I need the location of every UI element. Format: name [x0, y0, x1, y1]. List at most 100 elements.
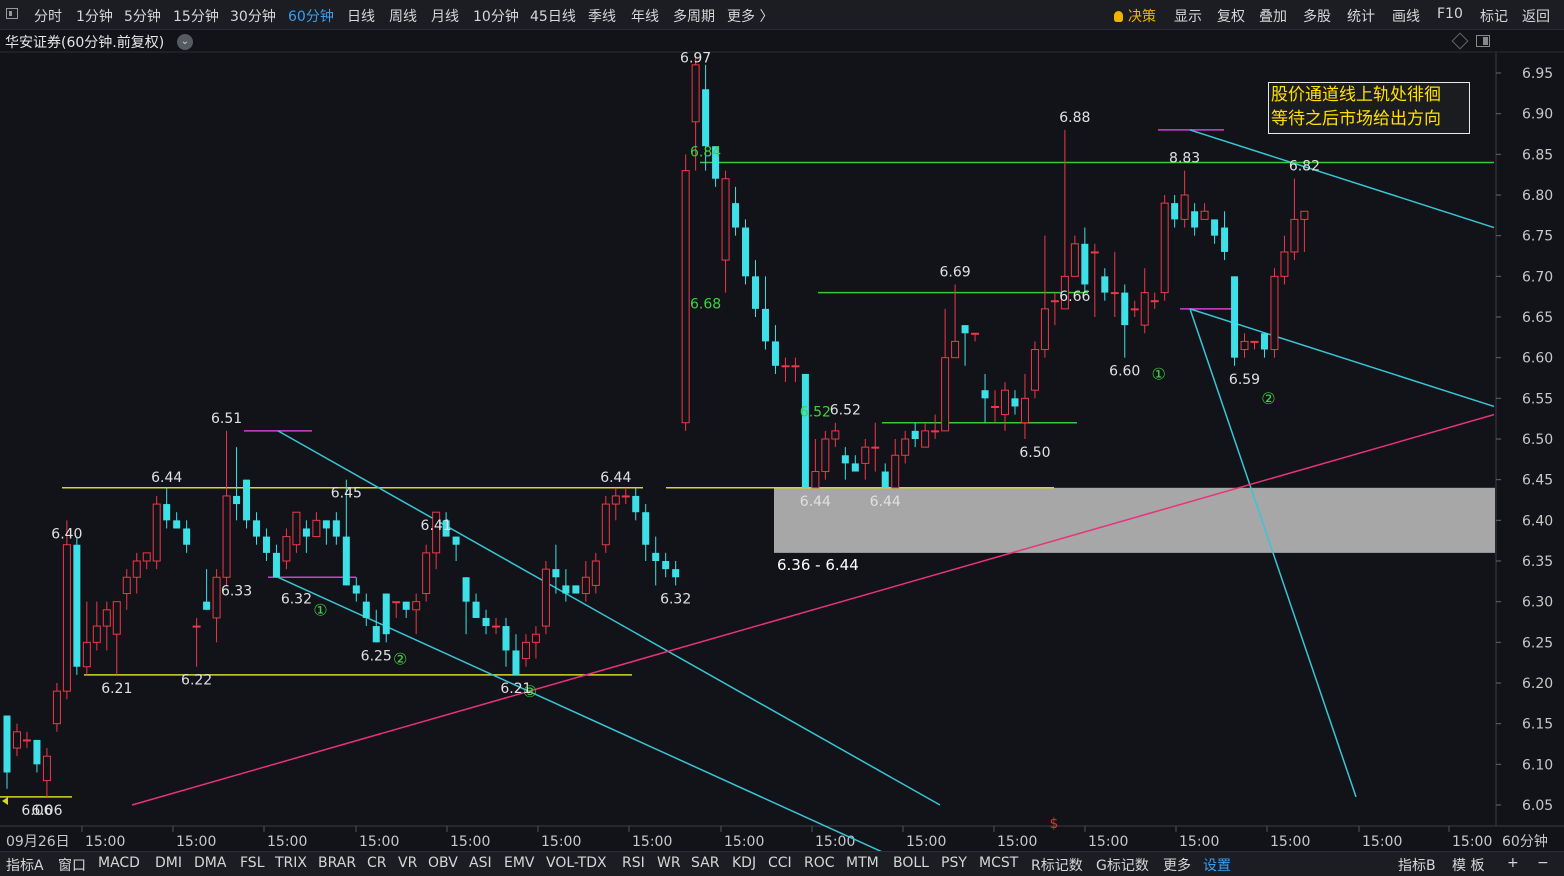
- indicator-tab-25[interactable]: G标记数: [1096, 855, 1149, 875]
- candle-body-down: [961, 325, 969, 334]
- candle-body-up: [991, 405, 1000, 408]
- indicator-tab-13[interactable]: VOL-TDX: [546, 855, 607, 871]
- indicator-tab-18[interactable]: CCI: [768, 855, 792, 871]
- candle-body-down: [1171, 203, 1179, 220]
- indicator-tab-2[interactable]: MACD: [98, 855, 140, 871]
- candle-body-up: [581, 576, 590, 595]
- candle-body-up: [721, 178, 730, 261]
- x-tick-label: 15:00: [1270, 834, 1310, 850]
- y-tick-label: 6.65: [1522, 310, 1553, 326]
- candle-body-up: [92, 625, 101, 643]
- indicator-tab-22[interactable]: PSY: [941, 855, 967, 871]
- candle-body-down: [642, 512, 650, 545]
- price-label: 6.68: [690, 297, 721, 313]
- indicator-tab-0[interactable]: 指标A: [6, 855, 44, 875]
- x-tick-label: 15:00: [359, 834, 399, 850]
- indicator-tab-19[interactable]: ROC: [804, 855, 835, 871]
- candle-body-down: [512, 650, 520, 675]
- indicator-right-tab-0[interactable]: 指标B: [1398, 855, 1436, 875]
- price-label: 8.83: [1169, 151, 1200, 167]
- indicator-right-tab-2[interactable]: +: [1507, 855, 1519, 871]
- indicator-tab-3[interactable]: DMI: [155, 855, 182, 871]
- candle-body-up: [292, 511, 301, 546]
- candle-body-down: [183, 528, 191, 545]
- candle-body-up: [1270, 275, 1279, 351]
- price-label: 6.52: [800, 405, 831, 421]
- candle-body-up: [122, 576, 131, 595]
- y-tick-label: 6.35: [1522, 554, 1553, 570]
- candle-body-up: [611, 495, 620, 505]
- indicator-tab-6[interactable]: TRIX: [275, 855, 307, 871]
- candle-body-down: [1121, 292, 1129, 326]
- indicator-tab-21[interactable]: BOLL: [893, 855, 929, 871]
- indicator-right-tab-3[interactable]: −: [1537, 855, 1549, 871]
- candle-body-up: [212, 576, 221, 619]
- candle-body-down: [851, 463, 859, 472]
- candle-body-up: [1001, 389, 1009, 416]
- candle-body-down: [352, 585, 360, 594]
- candle-body-up: [52, 690, 61, 725]
- candle-body-down: [1221, 227, 1229, 252]
- candle-body-down: [502, 626, 510, 651]
- candle-body-up: [1180, 194, 1189, 220]
- indicator-tab-1[interactable]: 窗口: [58, 855, 86, 875]
- x-tick-label: 15:00: [1088, 834, 1128, 850]
- wave-marker: ②: [393, 649, 407, 668]
- channel-upper: [1189, 129, 1495, 229]
- y-tick-label: 6.60: [1522, 351, 1553, 367]
- candle-body-down: [652, 552, 660, 561]
- candle-body-down: [402, 601, 410, 610]
- indicator-tab-9[interactable]: VR: [398, 855, 417, 871]
- candle-body-down: [382, 593, 390, 635]
- y-tick-label: 6.90: [1522, 107, 1553, 123]
- wave-marker: ②: [1261, 389, 1275, 408]
- candle-body-up: [1030, 349, 1039, 391]
- candle-body-down: [33, 739, 41, 765]
- indicator-tab-7[interactable]: BRAR: [318, 855, 356, 871]
- indicator-tab-15[interactable]: WR: [657, 855, 681, 871]
- period-label: 60分钟: [1502, 833, 1548, 850]
- candle-body-down: [911, 430, 919, 439]
- indicator-tab-20[interactable]: MTM: [846, 855, 879, 871]
- indicator-tab-12[interactable]: EMV: [504, 855, 535, 871]
- candle-body-down: [1081, 243, 1089, 285]
- price-label: 6.32: [660, 591, 691, 607]
- indicator-tab-4[interactable]: DMA: [194, 855, 226, 871]
- y-tick-label: 6.15: [1522, 717, 1553, 733]
- x-tick-label: 15:00: [906, 834, 946, 850]
- indicator-tab-8[interactable]: CR: [367, 855, 387, 871]
- price-label: 6.97: [680, 51, 711, 67]
- candle-body-up: [152, 503, 161, 562]
- candle-body-down: [342, 536, 350, 586]
- price-label: 6.60: [1109, 364, 1140, 380]
- candle-body-up: [821, 438, 830, 473]
- candle-body-down: [841, 455, 849, 464]
- candle-body-down: [771, 341, 779, 366]
- price-label: 6.44: [600, 470, 631, 486]
- indicator-tab-17[interactable]: KDJ: [732, 855, 756, 871]
- price-label: 6.88: [1059, 110, 1090, 126]
- candle-body-up: [422, 552, 431, 595]
- indicator-tab-16[interactable]: SAR: [691, 855, 719, 871]
- wave-marker: ③: [523, 682, 537, 701]
- candle-body-down: [881, 471, 889, 488]
- indicator-tab-10[interactable]: OBV: [428, 855, 458, 871]
- indicator-tab-11[interactable]: ASI: [469, 855, 492, 871]
- candle-body-up: [891, 454, 900, 489]
- indicator-tab-5[interactable]: FSL: [240, 855, 265, 871]
- x-tick-label: 15:00: [997, 834, 1037, 850]
- candle-body-up: [222, 495, 231, 578]
- candle-body-down: [322, 520, 330, 529]
- candle-body-up: [1300, 210, 1309, 220]
- indicator-tab-27[interactable]: 设置: [1203, 855, 1231, 875]
- candle-body-up: [531, 633, 540, 643]
- indicator-tab-24[interactable]: R标记数: [1031, 855, 1083, 875]
- indicator-right-tab-1[interactable]: 模 板: [1452, 855, 1484, 875]
- indicator-tab-14[interactable]: RSI: [622, 855, 645, 871]
- candle-body-up: [1250, 340, 1259, 343]
- y-tick-label: 6.80: [1522, 188, 1553, 204]
- indicator-tab-26[interactable]: 更多: [1163, 855, 1191, 875]
- candle-body-up: [392, 601, 401, 604]
- indicator-tab-23[interactable]: MCST: [979, 855, 1018, 871]
- candle-body-down: [552, 569, 560, 578]
